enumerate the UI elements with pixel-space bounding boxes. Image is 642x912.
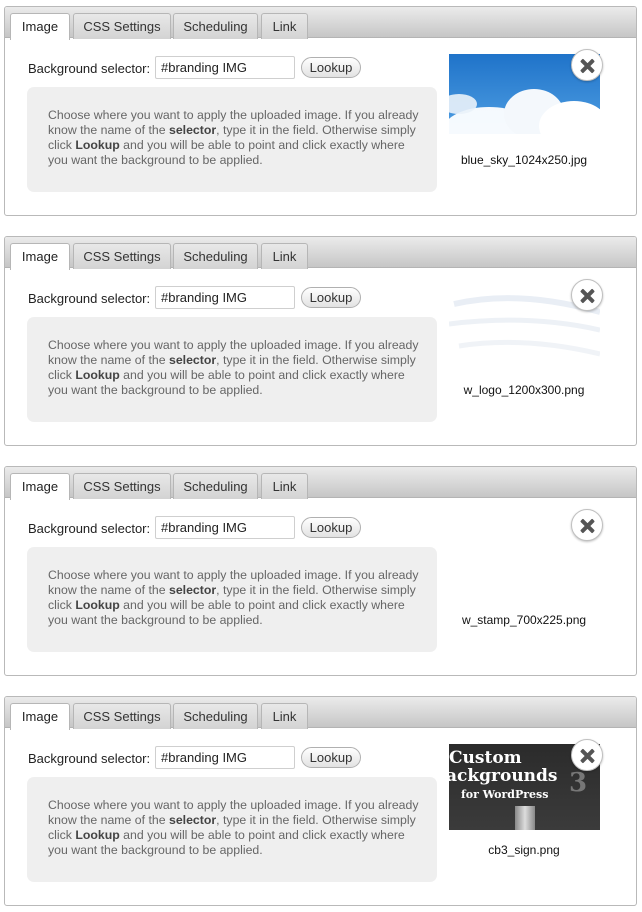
tab-bar: Image CSS Settings Scheduling Link [5,237,636,270]
sign-text-line-1: Custom [449,748,522,768]
tab-scheduling[interactable]: Scheduling [173,473,258,499]
image-filename: cb3_sign.png [488,843,560,857]
lookup-button[interactable]: Lookup [301,517,361,538]
background-selector-input[interactable] [155,746,295,769]
remove-image-button[interactable] [571,509,603,541]
tab-image[interactable]: Image [10,13,70,40]
image-panel-2: Image CSS Settings Scheduling Link Backg… [4,236,637,446]
tab-scheduling[interactable]: Scheduling [173,703,258,729]
remove-image-button[interactable] [571,279,603,311]
remove-image-button[interactable] [571,739,603,771]
remove-image-button[interactable] [571,49,603,81]
tab-content: Background selector: Lookup Choose where… [5,38,636,215]
lookup-button[interactable]: Lookup [301,287,361,308]
tab-content: Background selector: Lookup Choose where… [5,498,636,675]
help-text-box: Choose where you want to apply the uploa… [27,777,437,882]
tab-css-settings[interactable]: CSS Settings [73,13,171,39]
background-selector-label: Background selector: [28,521,151,536]
background-selector-label: Background selector: [28,291,151,306]
tab-css-settings[interactable]: CSS Settings [73,243,171,269]
lookup-button[interactable]: Lookup [301,747,361,768]
sign-base [449,830,600,840]
sign-text-number: 3 [569,768,588,798]
tab-bar: Image CSS Settings Scheduling Link [5,7,636,40]
tab-css-settings[interactable]: CSS Settings [73,703,171,729]
tab-link[interactable]: Link [261,13,308,39]
tab-scheduling[interactable]: Scheduling [173,13,258,39]
tab-image[interactable]: Image [10,703,70,730]
sign-text-line-3: for WordPress [461,788,549,801]
tab-content: Background selector: Lookup Choose where… [5,728,636,905]
tab-content: Background selector: Lookup Choose where… [5,268,636,445]
image-panel-4: Image CSS Settings Scheduling Link Backg… [4,696,637,906]
tab-link[interactable]: Link [261,473,308,499]
tab-scheduling[interactable]: Scheduling [173,243,258,269]
help-text-box: Choose where you want to apply the uploa… [27,317,437,422]
lookup-button[interactable]: Lookup [301,57,361,78]
tab-image[interactable]: Image [10,473,70,500]
image-filename: blue_sky_1024x250.jpg [460,153,588,167]
tab-css-settings[interactable]: CSS Settings [73,473,171,499]
tab-image[interactable]: Image [10,243,70,270]
image-filename: w_logo_1200x300.png [463,383,585,397]
image-panel-3: Image CSS Settings Scheduling Link Backg… [4,466,637,676]
tab-link[interactable]: Link [261,243,308,269]
tab-link[interactable]: Link [261,703,308,729]
background-selector-label: Background selector: [28,61,151,76]
background-selector-input[interactable] [155,56,295,79]
background-selector-label: Background selector: [28,751,151,766]
image-panel-1: Image CSS Settings Scheduling Link Backg… [4,6,637,216]
sign-text-line-2: ackgrounds [449,766,558,786]
background-selector-input[interactable] [155,516,295,539]
tab-bar: Image CSS Settings Scheduling Link [5,697,636,730]
background-selector-input[interactable] [155,286,295,309]
tab-bar: Image CSS Settings Scheduling Link [5,467,636,500]
help-text-box: Choose where you want to apply the uploa… [27,547,437,652]
help-text-box: Choose where you want to apply the uploa… [27,87,437,192]
image-filename: w_stamp_700x225.png [461,613,587,627]
